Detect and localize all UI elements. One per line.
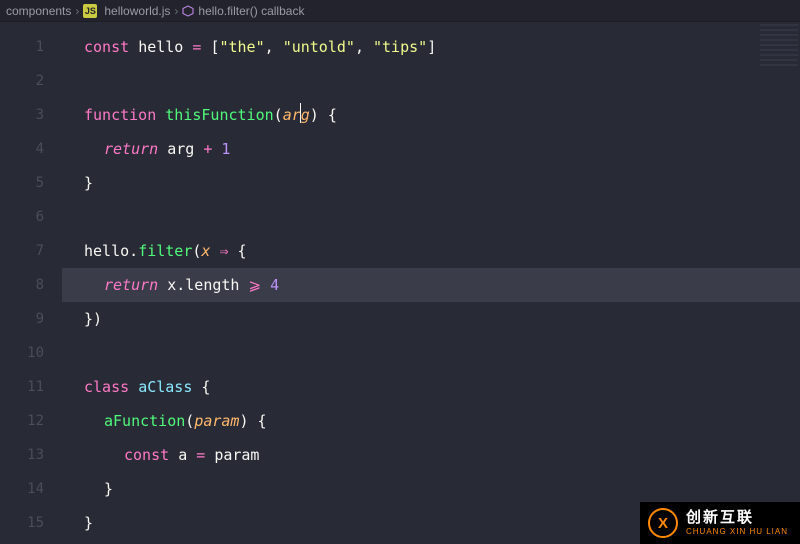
line-number: 11	[0, 370, 62, 404]
token-pun: )	[239, 412, 257, 430]
token-pun: }	[104, 480, 113, 498]
token-pun: .	[129, 242, 138, 260]
line-number: 1	[0, 30, 62, 64]
token-kw: const	[84, 38, 138, 56]
token-pun: .	[176, 276, 185, 294]
code-line[interactable]: }	[62, 472, 800, 506]
token-pun: {	[328, 106, 337, 124]
breadcrumb[interactable]: components › JS helloworld.js › hello.fi…	[0, 0, 800, 22]
line-number: 8	[0, 268, 62, 302]
line-number: 6	[0, 200, 62, 234]
token-param: param	[194, 412, 239, 430]
breadcrumb-separator-icon: ›	[75, 4, 79, 18]
line-number: 3	[0, 98, 62, 132]
line-number: 12	[0, 404, 62, 438]
token-name: x	[167, 276, 176, 294]
line-number: 10	[0, 336, 62, 370]
code-line[interactable]: })	[62, 302, 800, 336]
token-kwret: return	[104, 140, 167, 158]
line-number: 15	[0, 506, 62, 540]
code-line[interactable]: }	[62, 166, 800, 200]
token-op: ⩾	[249, 276, 271, 294]
breadcrumb-file[interactable]: helloworld.js	[104, 4, 170, 18]
code-line[interactable]: aFunction(param) {	[62, 404, 800, 438]
token-kw: class	[84, 378, 138, 396]
code-editor[interactable]: 123456789101112131415 const hello = ["th…	[0, 22, 800, 544]
minimap[interactable]	[760, 24, 798, 68]
code-line[interactable]: const hello = ["the", "untold", "tips"]	[62, 30, 800, 64]
code-line[interactable]	[62, 336, 800, 370]
token-param: x	[201, 242, 219, 260]
token-pun: }	[84, 514, 93, 532]
token-fn: aFunction	[104, 412, 185, 430]
line-number: 14	[0, 472, 62, 506]
token-cls: aClass	[138, 378, 201, 396]
watermark-text-secondary: CHUANG XIN HU LIAN	[686, 528, 788, 536]
token-pun: }	[84, 174, 93, 192]
token-name: a	[178, 446, 196, 464]
token-name: hello	[138, 38, 192, 56]
code-line[interactable]: return x.length ⩾ 4	[62, 268, 800, 302]
code-line[interactable]: const a = param	[62, 438, 800, 472]
token-str: "untold"	[283, 38, 355, 56]
line-number: 2	[0, 64, 62, 98]
token-kw: function	[84, 106, 165, 124]
token-param: g	[301, 106, 310, 124]
token-name: length	[185, 276, 248, 294]
code-line[interactable]	[62, 200, 800, 234]
symbol-method-icon	[182, 4, 194, 18]
token-pun: ]	[427, 38, 436, 56]
breadcrumb-separator-icon: ›	[174, 4, 178, 18]
token-pun: ,	[355, 38, 373, 56]
token-pun: )	[310, 106, 328, 124]
token-name: arg	[167, 140, 203, 158]
token-pun: {	[238, 242, 247, 260]
token-kwret: return	[104, 276, 167, 294]
line-number: 7	[0, 234, 62, 268]
token-op: +	[203, 140, 221, 158]
token-op: =	[196, 446, 214, 464]
code-line[interactable]: return arg + 1	[62, 132, 800, 166]
token-fn: filter	[138, 242, 192, 260]
token-pun: ,	[265, 38, 283, 56]
watermark-text-primary: 创新互联	[686, 510, 788, 525]
line-number: 5	[0, 166, 62, 200]
code-line[interactable]	[62, 64, 800, 98]
token-fn: thisFunction	[165, 106, 273, 124]
token-pun: {	[258, 412, 267, 430]
token-op: ⇒	[219, 242, 237, 260]
breadcrumb-symbol[interactable]: hello.filter() callback	[198, 4, 304, 18]
token-str: "tips"	[373, 38, 427, 56]
code-line[interactable]: function thisFunction(arg) {	[62, 98, 800, 132]
token-pun: (	[185, 412, 194, 430]
line-number: 4	[0, 132, 62, 166]
token-name: param	[214, 446, 259, 464]
code-line[interactable]: hello.filter(x ⇒ {	[62, 234, 800, 268]
code-area[interactable]: const hello = ["the", "untold", "tips"] f…	[62, 22, 800, 544]
watermark-badge: X 创新互联 CHUANG XIN HU LIAN	[640, 502, 800, 544]
token-kw: const	[124, 446, 178, 464]
watermark-logo-icon: X	[648, 508, 678, 538]
token-name: hello	[84, 242, 129, 260]
token-num: 1	[221, 140, 230, 158]
line-number: 9	[0, 302, 62, 336]
token-str: "the"	[219, 38, 264, 56]
token-pun: (	[274, 106, 283, 124]
token-num: 4	[270, 276, 279, 294]
token-op: =	[192, 38, 210, 56]
token-param: ar	[283, 106, 301, 124]
breadcrumb-folder[interactable]: components	[6, 4, 71, 18]
token-pun: })	[84, 310, 102, 328]
line-number-gutter: 123456789101112131415	[0, 22, 62, 544]
line-number: 13	[0, 438, 62, 472]
token-pun: {	[201, 378, 210, 396]
code-line[interactable]: class aClass {	[62, 370, 800, 404]
javascript-file-icon: JS	[83, 4, 97, 18]
